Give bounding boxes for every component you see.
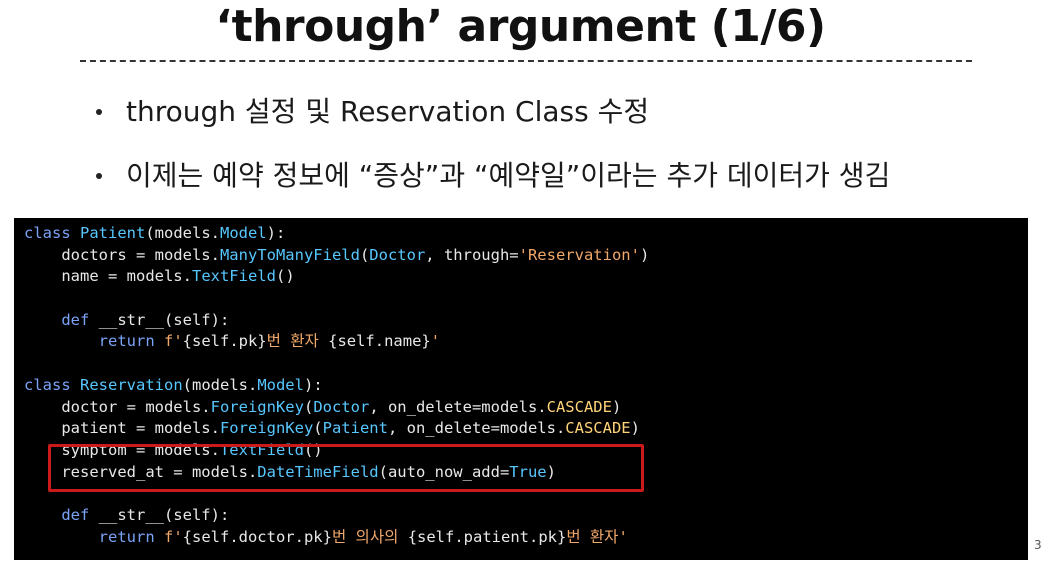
code-token: {self.name} <box>328 332 431 351</box>
highlight-box <box>48 444 644 492</box>
code-token: ForeignKey <box>210 397 304 416</box>
code-token: CASCADE <box>565 419 631 438</box>
code-token: {self.pk} <box>182 332 267 351</box>
code-token: (models. <box>182 375 258 394</box>
code-token: 번 환자 <box>266 332 329 351</box>
code-token: Patient <box>80 224 146 242</box>
code-line: patient = models.ForeignKey(Patient, on_… <box>24 418 1028 440</box>
bullet-dot-icon <box>96 173 102 179</box>
code-token: f' <box>163 332 183 351</box>
code-token: Doctor <box>313 397 370 416</box>
code-token: ( <box>359 245 370 264</box>
code-token: class <box>24 375 80 394</box>
code-token: __str__(self): <box>98 310 230 329</box>
code-line: doctors = models.ManyToManyField(Doctor,… <box>24 245 1028 267</box>
bullet-item: 이제는 예약 정보에 “증상”과 “예약일”이라는 추가 데이터가 생김 <box>94 156 1024 220</box>
slide-title: ‘through’ argument (1/6) <box>215 1 826 52</box>
code-token: ' <box>430 332 441 351</box>
bullet-text: 이제는 예약 정보에 “증상”과 “예약일”이라는 추가 데이터가 생김 <box>126 159 891 192</box>
code-token: Patient <box>322 419 388 438</box>
code-token: __str__(self): <box>98 505 230 524</box>
code-token: doctors = models. <box>24 245 220 264</box>
code-token: , on_delete=models. <box>387 419 566 438</box>
code-token: Reservation <box>80 375 183 394</box>
code-token: TextField <box>191 267 276 286</box>
code-token: (models. <box>145 224 220 242</box>
code-token: ) <box>630 419 640 438</box>
code-token: f' <box>163 527 183 546</box>
code-token: ): <box>303 375 323 394</box>
code-token: , on_delete=models. <box>369 397 547 416</box>
page-number: 3 <box>1034 538 1041 552</box>
code-token: CASCADE <box>546 397 612 416</box>
code-token: () <box>275 267 295 286</box>
code-token: , through= <box>425 245 519 264</box>
bullet-list: through 설정 및 Reservation Class 수정 이제는 예약… <box>94 92 1024 220</box>
code-token: {self.doctor.pk} <box>182 527 332 546</box>
code-line: name = models.TextField() <box>24 266 1028 288</box>
code-token: doctor = models. <box>24 397 211 416</box>
code-token: ForeignKey <box>219 419 314 438</box>
code-token: 번 의사의 <box>331 527 408 546</box>
code-token: ( <box>313 419 323 438</box>
bullet-dot-icon <box>96 109 102 115</box>
code-line: def __str__(self): <box>24 310 1028 332</box>
code-token: Model <box>257 375 304 394</box>
code-line: def __str__(self): <box>24 505 1028 527</box>
code-line: class Patient(models.Model): <box>24 223 1028 245</box>
bullet-text: through 설정 및 Reservation Class 수정 <box>126 95 650 128</box>
code-line: class Reservation(models.Model): <box>24 375 1028 397</box>
code-token: def <box>61 505 99 524</box>
bullet-item: through 설정 및 Reservation Class 수정 <box>94 92 1024 156</box>
code-token: {self.patient.pk} <box>407 527 567 546</box>
code-line: return f'{self.pk}번 환자 {self.name}' <box>24 331 1028 353</box>
code-block: class Patient(models.Model): doctors = m… <box>14 218 1028 560</box>
code-token: Doctor <box>369 245 426 264</box>
code-token: 'Reservation' <box>518 245 640 264</box>
title-divider <box>80 60 972 62</box>
code-token: name = models. <box>24 267 192 286</box>
code-token: Model <box>219 224 267 242</box>
code-token: ) <box>611 397 622 416</box>
code-token: ( <box>303 397 314 416</box>
code-token: return <box>98 332 164 351</box>
code-token: ManyToManyField <box>219 245 360 264</box>
code-token: def <box>61 310 99 329</box>
code-line: return f'{self.doctor.pk}번 의사의 {self.pat… <box>24 527 1028 549</box>
code-token: ): <box>266 224 286 242</box>
code-token: return <box>98 527 164 546</box>
code-token: ) <box>639 245 650 264</box>
code-token: class <box>24 224 80 242</box>
code-line: doctor = models.ForeignKey(Doctor, on_de… <box>24 397 1028 419</box>
code-token: patient = models. <box>24 419 220 438</box>
code-token: 번 환자' <box>566 527 628 546</box>
